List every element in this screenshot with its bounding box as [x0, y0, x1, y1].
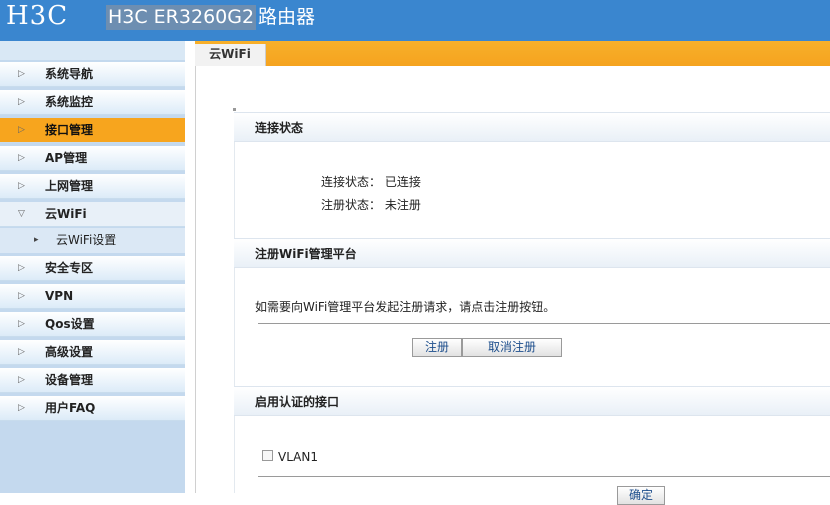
- sidebar-item-interface-management[interactable]: ▷ 接口管理: [0, 118, 185, 143]
- device-model: H3C ER3260G2: [106, 5, 257, 30]
- section-register-platform: 注册WiFi管理平台: [234, 238, 830, 268]
- sidebar-item-user-faq[interactable]: ▷ 用户FAQ: [0, 396, 185, 421]
- sidebar-item-label: 用户FAQ: [45, 401, 96, 415]
- confirm-button[interactable]: 确定: [617, 486, 665, 505]
- sidebar-item-internet-management[interactable]: ▷ 上网管理: [0, 174, 185, 199]
- connection-status-label: 连接状态：: [321, 175, 382, 189]
- sidebar-item-system-monitor[interactable]: ▷ 系统监控: [0, 90, 185, 115]
- cancel-register-button[interactable]: 取消注册: [462, 338, 562, 357]
- sidebar-item-qos[interactable]: ▷ Qos设置: [0, 312, 185, 337]
- expand-arrow-icon: ▷: [18, 263, 25, 273]
- vlan1-label: VLAN1: [278, 450, 318, 464]
- sidebar-item-security[interactable]: ▷ 安全专区: [0, 256, 185, 281]
- registration-status-value: 未注册: [384, 198, 421, 212]
- divider: [258, 323, 830, 324]
- app-header: H3C H3C ER3260G2 路由器: [0, 0, 830, 41]
- panel-left-border: [234, 142, 235, 493]
- tab-cloud-wifi[interactable]: 云WiFi: [195, 44, 266, 66]
- sidebar-subitem-label: 云WiFi设置: [56, 233, 117, 247]
- expand-arrow-icon: ▷: [18, 347, 25, 357]
- expand-arrow-icon: ▷: [18, 403, 25, 413]
- sidebar-item-label: 接口管理: [45, 123, 94, 137]
- section-title: 连接状态: [255, 121, 304, 135]
- register-button[interactable]: 注册: [412, 338, 462, 357]
- expand-arrow-icon: ▷: [18, 291, 25, 301]
- expand-arrow-icon: ▷: [18, 69, 25, 79]
- sidebar-item-vpn[interactable]: ▷ VPN: [0, 284, 185, 309]
- expand-arrow-icon: ▷: [18, 97, 25, 107]
- panel-corner: [233, 108, 236, 111]
- tab-bar: [195, 41, 830, 66]
- connection-status-value: 已连接: [384, 175, 421, 189]
- divider: [258, 476, 830, 477]
- section-title: 启用认证的接口: [255, 395, 340, 409]
- sidebar-item-label: 设备管理: [45, 373, 94, 387]
- sidebar-item-label: VPN: [45, 289, 74, 303]
- expand-arrow-icon: ▷: [18, 153, 25, 163]
- sidebar-top-strip: [0, 41, 185, 60]
- bullet-arrow-icon: ▸: [34, 235, 39, 245]
- content-divider: [195, 66, 196, 493]
- register-description: 如需要向WiFi管理平台发起注册请求，请点击注册按钮。: [255, 300, 556, 314]
- sidebar-item-system-nav[interactable]: ▷ 系统导航: [0, 62, 185, 87]
- h3c-logo: H3C: [6, 1, 69, 31]
- sidebar-item-label: AP管理: [45, 151, 88, 165]
- section-auth-interfaces: 启用认证的接口: [234, 386, 830, 416]
- connection-status-row: 连接状态： 已连接: [321, 173, 421, 190]
- sidebar-item-label: 安全专区: [45, 261, 94, 275]
- collapse-arrow-icon: ▽: [18, 209, 25, 219]
- sidebar-item-cloud-wifi[interactable]: ▽ 云WiFi: [0, 202, 185, 227]
- sidebar-item-label: Qos设置: [45, 317, 95, 331]
- expand-arrow-icon: ▷: [18, 375, 25, 385]
- section-title: 注册WiFi管理平台: [255, 247, 357, 261]
- expand-arrow-icon: ▷: [18, 319, 25, 329]
- device-type: 路由器: [258, 6, 316, 28]
- sidebar-item-ap-management[interactable]: ▷ AP管理: [0, 146, 185, 171]
- expand-arrow-icon: ▷: [18, 181, 25, 191]
- sidebar-item-label: 上网管理: [45, 179, 94, 193]
- vlan1-checkbox[interactable]: [262, 450, 273, 461]
- sidebar-item-label: 高级设置: [45, 345, 94, 359]
- section-connection-status: 连接状态: [234, 112, 830, 142]
- registration-status-row: 注册状态： 未注册: [321, 196, 421, 213]
- sidebar-item-device-management[interactable]: ▷ 设备管理: [0, 368, 185, 393]
- sidebar-item-label: 系统导航: [45, 67, 94, 81]
- sidebar-item-advanced[interactable]: ▷ 高级设置: [0, 340, 185, 365]
- expand-arrow-icon: ▷: [18, 125, 25, 135]
- sidebar-item-label: 云WiFi: [45, 207, 87, 221]
- sidebar-subitem-cloud-wifi-settings[interactable]: ▸ 云WiFi设置: [0, 228, 185, 253]
- sidebar-item-label: 系统监控: [45, 95, 94, 109]
- registration-status-label: 注册状态：: [321, 198, 382, 212]
- sidebar: ▷ 系统导航 ▷ 系统监控 ▷ 接口管理 ▷ AP管理 ▷ 上网管理 ▽ 云Wi…: [0, 41, 185, 493]
